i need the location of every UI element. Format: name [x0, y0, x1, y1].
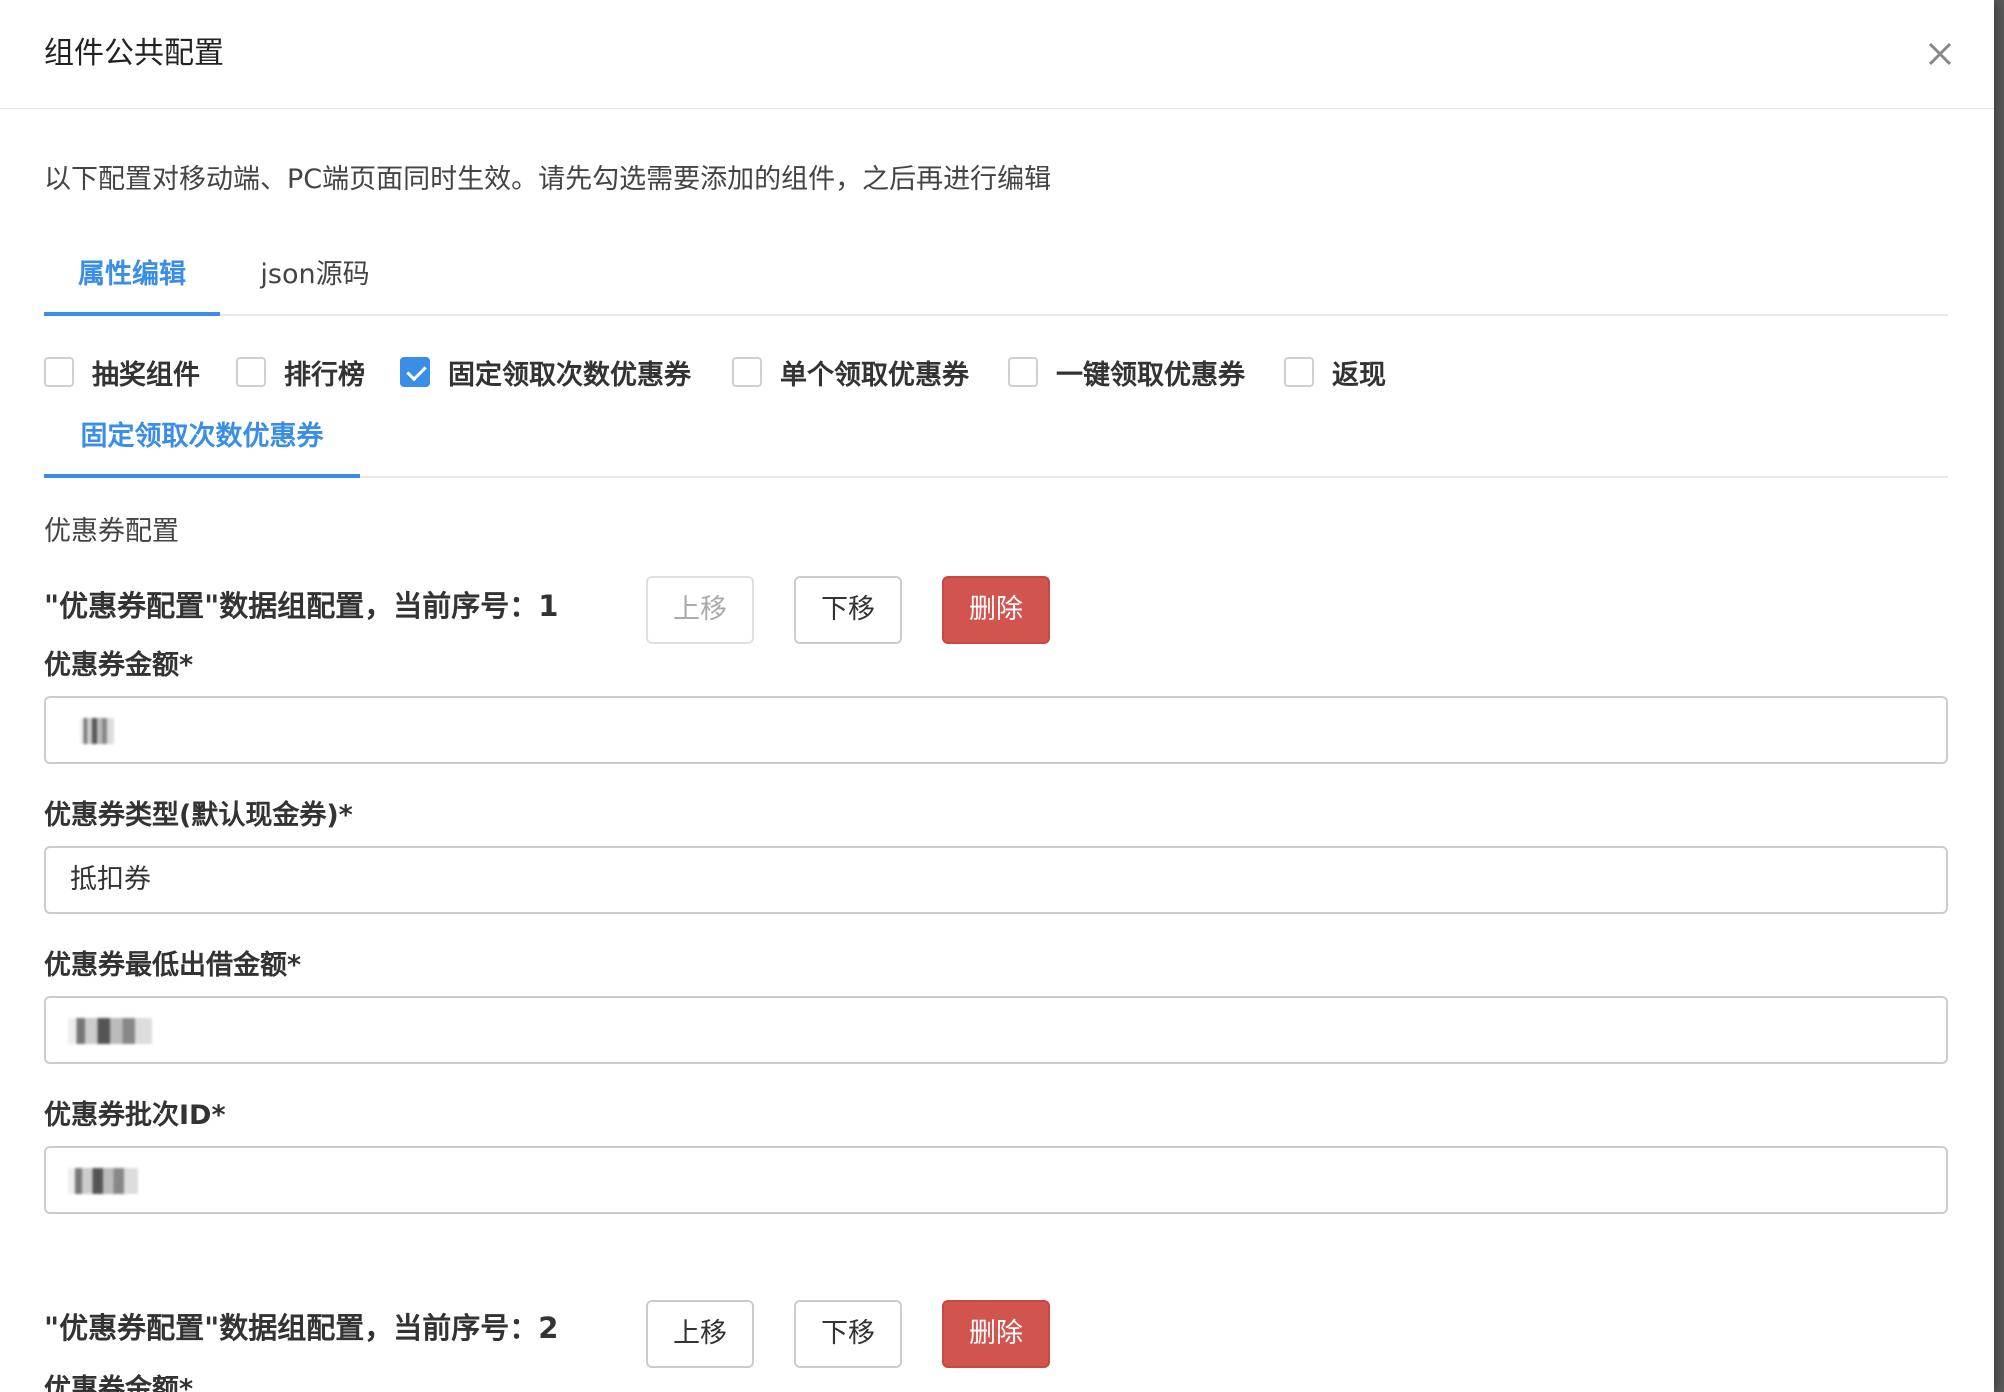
delete-button[interactable]: 删除 — [942, 576, 1050, 644]
section-label: 优惠券配置 — [44, 516, 179, 547]
modal-title: 组件公共配置 — [44, 36, 224, 71]
checkbox-fixed-coupon[interactable]: 固定领取次数优惠券 — [400, 352, 691, 392]
batch-id-input[interactable] — [44, 1146, 1948, 1214]
component-checkboxes: 抽奖组件 排行榜 固定领取次数优惠券 单个领取优惠券 一键领取优惠券 返现 — [44, 352, 1948, 392]
component-subtabs: 固定领取次数优惠券 — [44, 412, 1948, 478]
tab-json-source[interactable]: json源码 — [220, 250, 410, 316]
field-label-batch-id: 优惠券批次ID* — [44, 1100, 226, 1131]
coupon-type-input[interactable]: 抵扣券 — [44, 846, 1948, 914]
group-title-1: "优惠券配置"数据组配置，当前序号：1 — [44, 589, 559, 623]
close-button[interactable] — [1920, 34, 1960, 74]
move-up-button[interactable]: 上移 — [646, 576, 754, 644]
input-value: 抵扣券 — [70, 864, 151, 895]
checkbox-one-click-coupon[interactable]: 一键领取优惠券 — [1008, 352, 1245, 392]
field-label-min-amount: 优惠券最低出借金额* — [44, 950, 302, 981]
min-amount-input[interactable] — [44, 996, 1948, 1064]
checkbox-box[interactable] — [236, 357, 266, 387]
checkbox-label: 单个领取优惠券 — [780, 359, 969, 391]
move-down-button[interactable]: 下移 — [794, 1300, 902, 1368]
field-label-coupon-type: 优惠券类型(默认现金券)* — [44, 800, 353, 831]
delete-button[interactable]: 删除 — [942, 1300, 1050, 1368]
close-icon — [1928, 42, 1952, 66]
redacted-value — [68, 1168, 138, 1194]
checkbox-box[interactable] — [1284, 357, 1314, 387]
background-overlay-strip — [1994, 0, 2004, 1392]
checkbox-box[interactable] — [44, 357, 74, 387]
config-modal: 组件公共配置 以下配置对移动端、PC端页面同时生效。请先勾选需要添加的组件，之后… — [0, 0, 1994, 1392]
editor-tabs: 属性编辑 json源码 — [44, 250, 1948, 316]
checkbox-single-coupon[interactable]: 单个领取优惠券 — [732, 352, 969, 392]
checkbox-box-checked[interactable] — [400, 357, 430, 387]
group-title-2: "优惠券配置"数据组配置，当前序号：2 — [44, 1311, 559, 1345]
checkbox-label: 一键领取优惠券 — [1056, 359, 1245, 391]
field-label-coupon-amount-2: 优惠券金额* — [44, 1374, 194, 1392]
field-label-coupon-amount: 优惠券金额* — [44, 650, 194, 681]
checkbox-leaderboard[interactable]: 排行榜 — [236, 352, 365, 392]
checkbox-lottery[interactable]: 抽奖组件 — [44, 352, 200, 392]
tab-property-edit[interactable]: 属性编辑 — [44, 250, 220, 316]
redacted-value — [80, 718, 114, 744]
coupon-amount-input[interactable] — [44, 696, 1948, 764]
checkbox-box[interactable] — [732, 357, 762, 387]
redacted-value — [68, 1018, 152, 1044]
move-up-button[interactable]: 上移 — [646, 1300, 754, 1368]
subtab-fixed-coupon[interactable]: 固定领取次数优惠券 — [44, 412, 360, 478]
checkbox-label: 固定领取次数优惠券 — [448, 359, 691, 391]
move-down-button[interactable]: 下移 — [794, 576, 902, 644]
checkbox-label: 抽奖组件 — [92, 359, 200, 391]
checkbox-box[interactable] — [1008, 357, 1038, 387]
checkbox-cashback[interactable]: 返现 — [1284, 352, 1386, 392]
checkbox-label: 排行榜 — [284, 359, 365, 391]
modal-header: 组件公共配置 — [0, 0, 1994, 109]
intro-text: 以下配置对移动端、PC端页面同时生效。请先勾选需要添加的组件，之后再进行编辑 — [44, 164, 1052, 195]
checkbox-label: 返现 — [1332, 359, 1386, 391]
